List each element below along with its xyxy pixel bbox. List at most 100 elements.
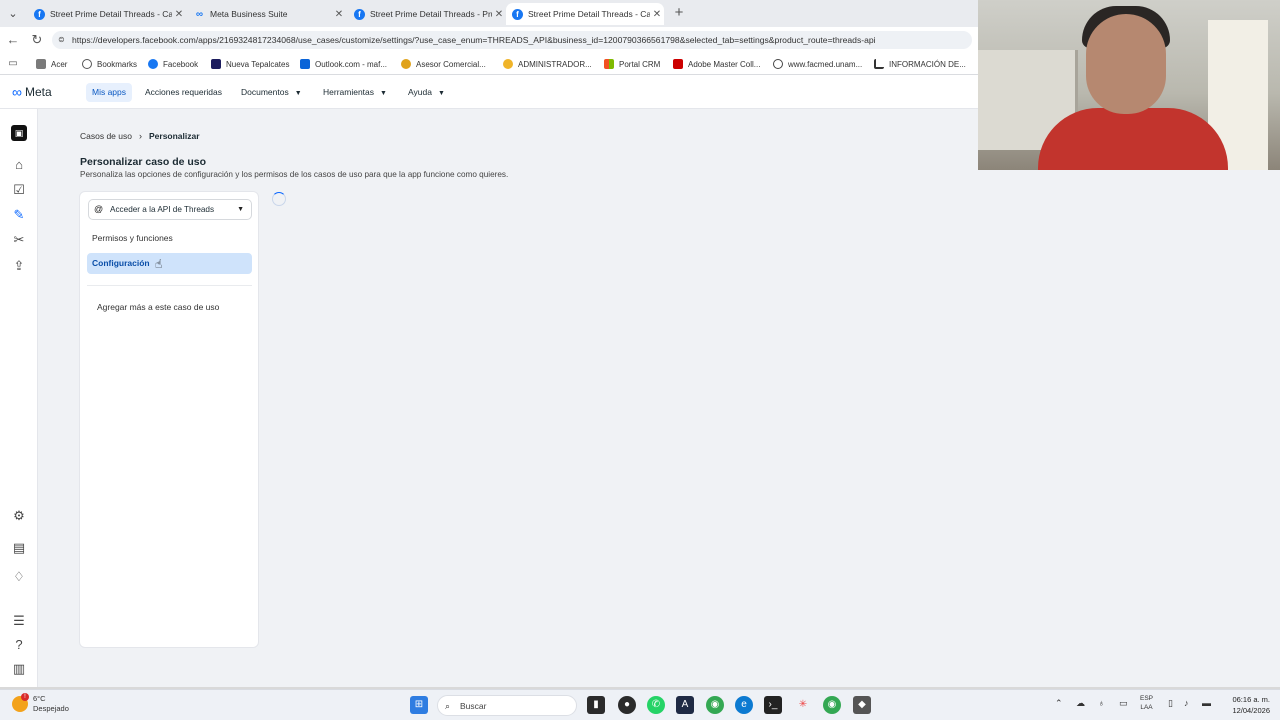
back-arrow-icon[interactable]: ← [5,32,21,48]
bookmark-label: Bookmarks [97,59,138,69]
bookmark-item[interactable]: Outlook.com - maf... [300,57,387,71]
volume-icon[interactable]: ♪ [1184,698,1189,708]
upload-icon[interactable]: ⇪ [11,258,27,274]
bookmark-item[interactable]: INFORMACIÓN DE... [874,57,966,71]
nav-herramientas[interactable]: Herramientas ▼ [317,83,393,102]
tray-chevron-up-icon[interactable]: ⌃ [1055,698,1063,709]
breadcrumb-link-casos-de-uso[interactable]: Casos de uso [80,131,132,141]
windows-start-icon[interactable]: ⊞ [410,696,428,714]
battery-icon[interactable]: ▬ [1202,698,1211,708]
microphone-icon[interactable]: ♁ [1098,698,1105,708]
browser-tab[interactable]: f Street Prime Detail Threads - Caso ✕ [28,3,186,25]
bookmark-item[interactable]: ADMINISTRADOR... [503,57,592,71]
info-site-icon [874,59,884,69]
close-tab-icon[interactable]: ✕ [332,9,346,20]
roles-icon[interactable]: ▤ [11,540,27,556]
language-indicator[interactable]: ESP LAA [1140,694,1153,712]
menu-configuracion[interactable]: Configuración [87,253,252,274]
bookmark-label: INFORMACIÓN DE... [889,59,966,69]
site-info-icon[interactable]: ⊜ [58,31,65,49]
webcam-overlay-image [978,0,1280,170]
globe-icon [773,59,783,69]
add-more-link[interactable]: Agregar más a este caso de uso [97,302,219,312]
report-icon[interactable]: ▥ [11,661,27,677]
app-cube-icon[interactable]: ◆ [853,696,871,714]
browser-tab[interactable]: ∞ Meta Business Suite ✕ [188,3,346,25]
checklist-icon[interactable]: ☑ [11,182,27,198]
person-head [1086,14,1166,114]
nav-mis-apps[interactable]: Mis apps [86,83,133,102]
meta-logo[interactable]: ∞ Meta [12,84,52,100]
lang-bottom: LAA [1140,704,1153,711]
nav-label: Documentos [241,87,289,97]
loading-spinner-icon [272,192,286,206]
phone-icon[interactable]: ▯ [1168,698,1173,709]
weather-widget[interactable]: ! 6°C Despejado [12,693,69,714]
bookmark-item[interactable]: www.facmed.unam... [773,57,862,71]
list-icon[interactable]: ☰ [11,613,27,629]
onedrive-cloud-icon[interactable]: ☁ [1076,698,1085,709]
nav-acciones-requeridas[interactable]: Acciones requeridas [139,83,228,102]
tab-title: Street Prime Detail Threads - Caso [50,9,172,19]
divider [87,285,252,286]
browser-tab[interactable]: f Street Prime Detail Threads - Prueb ✕ [348,3,506,25]
meta-icon: ∞ [195,8,204,20]
use-case-side-panel: @ Acceder a la API de Threads ▼ Permisos… [79,191,259,648]
url-field[interactable]: ⊜ https://developers.facebook.com/apps/2… [52,31,972,49]
reading-list-icon[interactable]: ▭ [5,56,21,72]
nav-ayuda[interactable]: Ayuda ▼ [402,83,451,102]
facebook-icon [148,59,158,69]
weather-desc: Despejado [33,704,69,713]
settings-gear-icon[interactable]: ⚙ [11,508,27,524]
close-tab-icon[interactable]: ✕ [172,9,186,20]
caret-down-icon: ▼ [237,206,244,213]
burst-app-icon[interactable]: ✳ [794,696,812,714]
new-tab-icon[interactable]: + [670,4,688,22]
bookmark-item[interactable]: Portal CRM [604,57,660,71]
nav-documentos[interactable]: Documentos ▼ [235,83,308,102]
close-tab-icon[interactable]: ✕ [492,9,506,20]
bookmark-item[interactable]: Asesor Comercial... [401,57,486,71]
edge-icon[interactable]: e [735,696,753,714]
caret-down-icon: ▼ [294,90,302,97]
close-tab-icon[interactable]: ✕ [650,9,664,20]
tab-title: Meta Business Suite [210,9,288,19]
app-icon[interactable]: ● [618,696,636,714]
bookmark-item[interactable]: Acer [36,57,67,71]
taskbar-search[interactable]: ⌕ Buscar [437,695,577,716]
task-view-icon[interactable]: ▮ [587,696,605,714]
system-clock[interactable]: 06:16 a. m. 12/04/2026 [1222,694,1270,716]
bookmark-label: ADMINISTRADOR... [518,59,592,69]
reload-icon[interactable]: ↻ [29,32,45,48]
home-icon[interactable]: ⌂ [11,157,27,173]
browser-tab-active[interactable]: f Street Prime Detail Threads - Caso ✕ [506,3,664,25]
a-app-icon[interactable]: A [676,696,694,714]
bookmark-item[interactable]: Bookmarks [82,57,137,71]
terminal-icon[interactable]: ›_ [764,696,782,714]
bookmark-item[interactable]: Facebook [148,57,198,71]
tools-icon[interactable]: ✂ [11,232,27,248]
nav-label: Herramientas [323,87,375,97]
windows-taskbar: ! 6°C Despejado ⊞ ⌕ Buscar ▮ ● ✆ A ◉ e ›… [0,689,1280,720]
tab-list-chevron-icon[interactable]: ⌄ [4,5,22,23]
notifications-bell-icon[interactable]: ♢ [11,569,27,585]
edit-pencil-icon[interactable]: ✎ [11,207,27,223]
adobe-icon [673,59,683,69]
caret-down-icon: ▼ [437,90,445,97]
chrome-icon[interactable]: ◉ [706,696,724,714]
use-case-selector[interactable]: @ Acceder a la API de Threads ▼ [88,199,252,220]
help-icon[interactable]: ? [11,637,27,653]
chrome-profile-icon[interactable]: ◉ [823,696,841,714]
display-icon[interactable]: ▭ [1119,698,1128,709]
bookmark-item[interactable]: Nueva Tepalcates [211,57,289,71]
whatsapp-icon[interactable]: ✆ [647,696,665,714]
bookmark-item[interactable]: Adobe Master Coll... [673,57,760,71]
hand-cursor-icon: ☝ [155,257,163,271]
sun-weather-icon: ! [12,693,29,712]
meta-logo-text: Meta [24,85,52,99]
app-icon[interactable]: ▣ [11,125,27,141]
menu-permisos-y-funciones[interactable]: Permisos y funciones [87,228,252,249]
notification-badge: ! [21,693,29,701]
caret-down-icon: ▼ [380,90,387,97]
selector-label: Acceder a la API de Threads [110,205,215,214]
